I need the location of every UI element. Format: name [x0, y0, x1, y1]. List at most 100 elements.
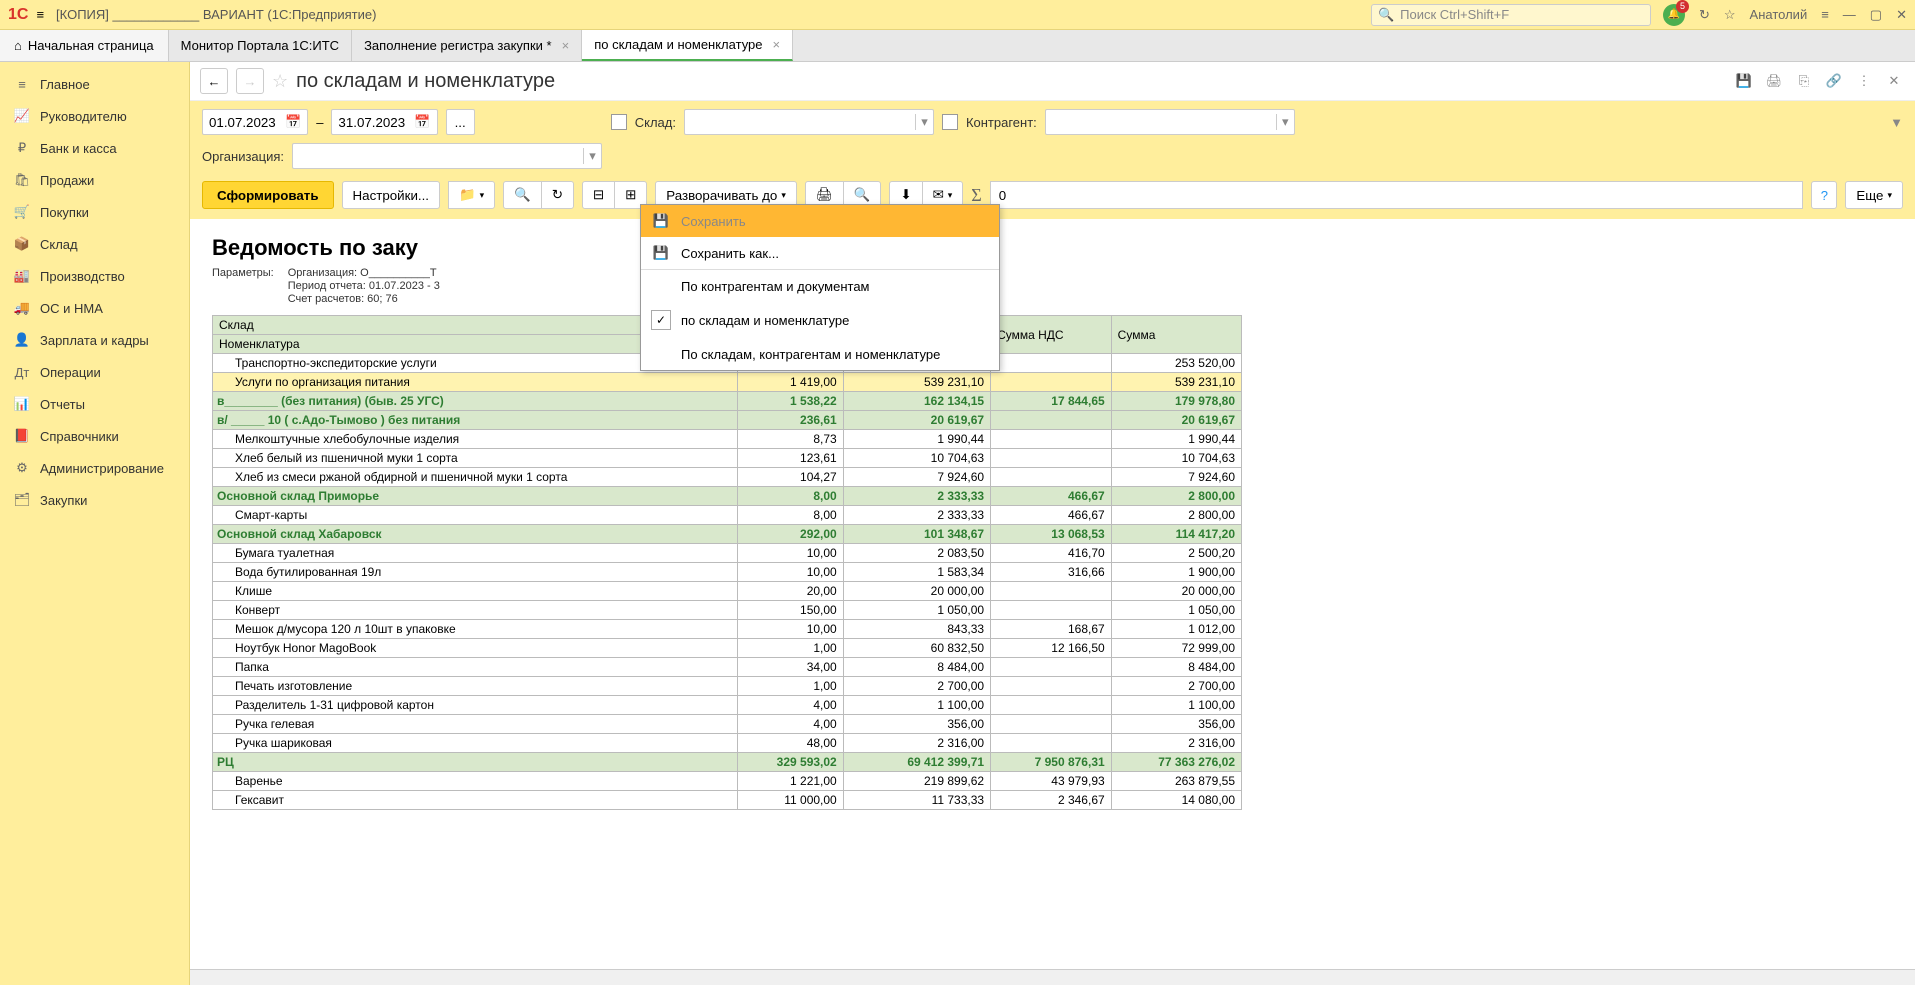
filter-icon[interactable]: ▼ [1890, 115, 1903, 130]
tab-monitor[interactable]: Монитор Портала 1С:ИТС [169, 30, 352, 61]
sidebar-item-7[interactable]: 🚚ОС и НМА [0, 292, 189, 324]
star-icon[interactable]: ☆ [1724, 7, 1736, 23]
table-row[interactable]: Печать изготовление 1,00 2 700,00 2 700,… [213, 677, 1242, 696]
settings-button[interactable]: Настройки... [342, 181, 440, 209]
table-row[interactable]: Бумага туалетная 10,00 2 083,50 416,70 2… [213, 544, 1242, 563]
report-title: Ведомость по заку [212, 235, 1903, 261]
page-title: по складам и номенклатуре [296, 70, 555, 93]
table-row[interactable]: Вода бутилированная 19л 10,00 1 583,34 3… [213, 563, 1242, 582]
report-area: Ведомость по заку Параметры: Организация… [190, 219, 1915, 969]
table-row[interactable]: Хлеб из смеси ржаной обдирной и пшенично… [213, 468, 1242, 487]
table-row[interactable]: Мешок д/мусора 120 л 10шт в упаковке 10,… [213, 620, 1242, 639]
table-row[interactable]: Ручка гелевая 4,00 356,00 356,00 [213, 715, 1242, 734]
period-picker[interactable]: ... [446, 109, 475, 135]
sidebar-item-11[interactable]: 📕Справочники [0, 420, 189, 452]
table-row[interactable]: РЦ 329 593,02 69 412 399,71 7 950 876,31… [213, 753, 1242, 772]
notifications-bell[interactable]: 🔔5 [1663, 4, 1685, 26]
sidebar-item-8[interactable]: 👤Зарплата и кадры [0, 324, 189, 356]
sidebar-label: Зарплата и кадры [40, 333, 149, 348]
sidebar-label: Справочники [40, 429, 119, 444]
calendar-icon[interactable]: 📅 [414, 114, 430, 130]
calendar-icon[interactable]: 📅 [285, 114, 301, 130]
close-icon[interactable]: × [562, 38, 570, 53]
sidebar-item-12[interactable]: ⚙Администрирование [0, 452, 189, 484]
table-row[interactable]: в________ (без питания) (быв. 25 УГС) 1 … [213, 392, 1242, 411]
kontragent-checkbox[interactable] [942, 114, 958, 130]
tab-warehouses[interactable]: по складам и номенклатуре× [582, 30, 793, 61]
table-row[interactable]: Варенье 1 221,00 219 899,62 43 979,93 26… [213, 772, 1242, 791]
export-icon[interactable]: ⎘ [1793, 70, 1815, 92]
menu-icon[interactable]: ≡ [36, 7, 44, 22]
sklad-checkbox[interactable] [611, 114, 627, 130]
sidebar-label: Производство [40, 269, 125, 284]
date-to[interactable]: 📅 [331, 109, 437, 135]
table-row[interactable]: Конверт 150,00 1 050,00 1 050,00 [213, 601, 1242, 620]
settings-icon[interactable]: ≡ [1821, 7, 1829, 22]
nav-forward[interactable]: → [236, 68, 264, 94]
refresh-button[interactable]: ↻ [541, 181, 574, 209]
sidebar-item-1[interactable]: 📈Руководителю [0, 100, 189, 132]
table-row[interactable]: Основной склад Приморье 8,00 2 333,33 46… [213, 487, 1242, 506]
org-combo[interactable]: ▾ [292, 143, 602, 169]
save-icon[interactable]: 💾 [1733, 70, 1755, 92]
global-search[interactable]: 🔍 Поиск Ctrl+Shift+F [1371, 4, 1651, 26]
tab-register[interactable]: Заполнение регистра закупки *× [352, 30, 582, 61]
user-name[interactable]: Анатолий [1750, 7, 1808, 22]
history-icon[interactable]: ↻ [1699, 7, 1710, 23]
table-row[interactable]: Услуги по организация питания 1 419,00 5… [213, 373, 1242, 392]
table-row[interactable]: Папка 34,00 8 484,00 8 484,00 [213, 658, 1242, 677]
table-row[interactable]: Клише 20,00 20 000,00 20 000,00 [213, 582, 1242, 601]
sidebar-item-13[interactable]: 🗂Закупки [0, 484, 189, 516]
table-row[interactable]: в/ _____ 10 ( с.Адо-Тымово ) без питания… [213, 411, 1242, 430]
table-row[interactable]: Разделитель 1-31 цифровой картон 4,00 1 … [213, 696, 1242, 715]
sidebar-item-0[interactable]: ≡Главное [0, 68, 189, 100]
sidebar-item-9[interactable]: ДтОперации [0, 356, 189, 388]
sidebar-item-2[interactable]: ₽Банк и касса [0, 132, 189, 164]
close-icon[interactable]: × [773, 37, 781, 52]
home-tab[interactable]: ⌂ Начальная страница [0, 30, 169, 61]
sidebar-item-10[interactable]: 📊Отчеты [0, 388, 189, 420]
sidebar-item-3[interactable]: 🛍Продажи [0, 164, 189, 196]
dropdown-variant-2[interactable]: ✓ по складам и номенклатуре [641, 302, 999, 338]
sidebar-label: ОС и НМА [40, 301, 103, 316]
sidebar-icon: Дт [14, 364, 30, 380]
org-label: Организация: [202, 149, 284, 164]
dropdown-variant-3[interactable]: По складам, контрагентам и номенклатуре [641, 338, 999, 370]
sidebar-item-5[interactable]: 📦Склад [0, 228, 189, 260]
table-row[interactable]: Хлеб белый из пшеничной муки 1 сорта 123… [213, 449, 1242, 468]
favorite-star[interactable]: ☆ [272, 71, 288, 92]
find-button[interactable]: 🔍 [503, 181, 542, 209]
tabs-bar: ⌂ Начальная страница Монитор Портала 1С:… [0, 30, 1915, 62]
collapse-button[interactable]: ⊟ [582, 181, 615, 209]
table-row[interactable]: Смарт-карты 8,00 2 333,33 466,67 2 800,0… [213, 506, 1242, 525]
table-row[interactable]: Основной склад Хабаровск 292,00 101 348,… [213, 525, 1242, 544]
variants-button[interactable]: 📁▾ [448, 181, 495, 209]
date-from[interactable]: 📅 [202, 109, 308, 135]
sidebar-item-6[interactable]: 🏭Производство [0, 260, 189, 292]
dropdown-variant-1[interactable]: По контрагентам и документам [641, 270, 999, 302]
table-row[interactable]: Мелкоштучные хлебобулочные изделия 8,73 … [213, 430, 1242, 449]
sidebar-item-4[interactable]: 🛒Покупки [0, 196, 189, 228]
kontragent-combo[interactable]: ▾ [1045, 109, 1295, 135]
table-row[interactable]: Ноутбук Honor MagoBook 1,00 60 832,50 12… [213, 639, 1242, 658]
dropdown-save[interactable]: 💾 Сохранить [641, 205, 999, 237]
close-icon[interactable]: ✕ [1896, 7, 1907, 23]
more-button[interactable]: Еще ▾ [1845, 181, 1903, 209]
more-icon[interactable]: ⋮ [1853, 70, 1875, 92]
print-icon[interactable]: 🖨 [1763, 70, 1785, 92]
sidebar-label: Администрирование [40, 461, 164, 476]
table-row[interactable]: Ручка шариковая 48,00 2 316,00 2 316,00 [213, 734, 1242, 753]
form-button[interactable]: Сформировать [202, 181, 334, 209]
horizontal-scrollbar[interactable] [190, 969, 1915, 985]
help-button[interactable]: ? [1811, 181, 1837, 209]
dropdown-save-as[interactable]: 💾 Сохранить как... [641, 237, 999, 269]
minimize-icon[interactable]: — [1843, 7, 1856, 22]
sidebar-label: Закупки [40, 493, 87, 508]
close-page-icon[interactable]: ✕ [1883, 70, 1905, 92]
link-icon[interactable]: 🔗 [1823, 70, 1845, 92]
table-row[interactable]: Гексавит 11 000,00 11 733,33 2 346,67 14… [213, 791, 1242, 810]
sklad-combo[interactable]: ▾ [684, 109, 934, 135]
maximize-icon[interactable]: ▢ [1870, 7, 1882, 23]
sum-field[interactable] [990, 181, 1804, 209]
nav-back[interactable]: ← [200, 68, 228, 94]
